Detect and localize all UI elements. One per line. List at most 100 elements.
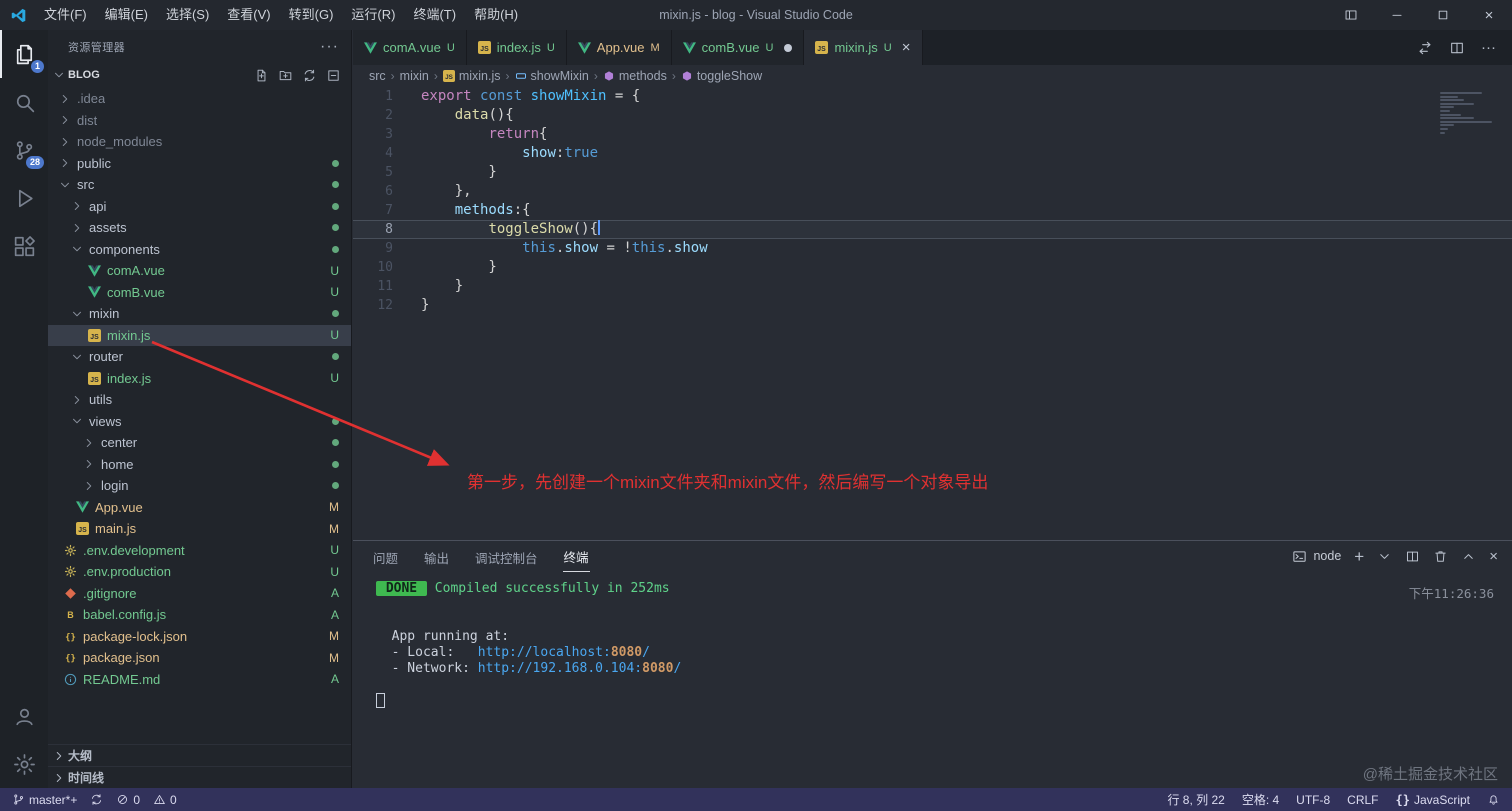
tree-item[interactable]: mixin [48, 303, 351, 325]
statusbar-indentation[interactable]: 空格: 4 [1242, 791, 1279, 808]
new-terminal[interactable]: + [1354, 548, 1364, 565]
tree-item[interactable]: .env.development U [48, 540, 351, 562]
statusbar-git-branch[interactable]: master*+ [12, 793, 77, 807]
terminal-dropdown[interactable] [1377, 549, 1392, 564]
close-tab-icon[interactable]: × [902, 40, 911, 55]
activity-extensions[interactable] [0, 222, 48, 270]
tree-item[interactable]: .gitignore A [48, 583, 351, 605]
unsaved-dot[interactable] [784, 43, 793, 52]
editor-tab[interactable]: JS index.js U [466, 30, 567, 65]
collapse-icon[interactable] [326, 68, 341, 83]
terminal-shell-select[interactable]: node [1292, 549, 1341, 564]
breadcrumb-item[interactable]: src [369, 69, 386, 83]
tree-item[interactable]: comB.vue U [48, 282, 351, 304]
split-icon[interactable] [1449, 40, 1465, 56]
activity-source-control[interactable]: 28 [0, 126, 48, 174]
tree-item[interactable]: {} package-lock.json M [48, 626, 351, 648]
editor-tab[interactable]: comB.vue U [671, 30, 805, 65]
code-line[interactable]: 11 } [353, 277, 1512, 296]
breadcrumb-item[interactable]: JS mixin.js [442, 69, 501, 83]
menu-item[interactable]: 运行(R) [342, 0, 404, 30]
activity-settings[interactable] [0, 740, 48, 788]
code-line[interactable]: 1 export const showMixin = { [353, 87, 1512, 106]
refresh-icon[interactable] [302, 68, 317, 83]
statusbar-cursor-position[interactable]: 行 8, 列 22 [1167, 791, 1224, 808]
tree-item[interactable]: Bbabel.config.js A [48, 604, 351, 626]
split-terminal[interactable] [1405, 549, 1420, 564]
code-line[interactable]: 7 methods:{ [353, 201, 1512, 220]
tree-item[interactable]: api [48, 196, 351, 218]
statusbar-encoding[interactable]: UTF-8 [1296, 791, 1330, 808]
menu-item[interactable]: 终端(T) [404, 0, 465, 30]
tree-item[interactable]: {} package.json M [48, 647, 351, 669]
menu-item[interactable]: 选择(S) [157, 0, 218, 30]
activity-run-debug[interactable] [0, 174, 48, 222]
activity-explorer[interactable]: 1 [0, 30, 48, 78]
statusbar-warnings[interactable]: 0 [153, 793, 177, 807]
menu-item[interactable]: 转到(G) [280, 0, 343, 30]
minimize-icon[interactable] [1374, 0, 1420, 30]
tree-item[interactable]: utils [48, 389, 351, 411]
menu-item[interactable]: 文件(F) [35, 0, 96, 30]
menu-item[interactable]: 编辑(E) [96, 0, 157, 30]
statusbar-notifications[interactable] [1487, 791, 1500, 808]
tree-item[interactable]: App.vue M [48, 497, 351, 519]
code-line[interactable]: 9 this.show = !this.show [353, 239, 1512, 258]
tree-item[interactable]: home [48, 454, 351, 476]
sidebar-section-outline[interactable]: 大纲 [48, 744, 351, 766]
breadcrumb-item[interactable]: methods [603, 69, 667, 83]
code-line[interactable]: 2 data(){ [353, 106, 1512, 125]
breadcrumb-item[interactable]: mixin [400, 69, 429, 83]
breadcrumb-item[interactable]: toggleShow [681, 69, 762, 83]
code-line[interactable]: 6 }, [353, 182, 1512, 201]
kill-terminal[interactable] [1433, 549, 1448, 564]
panel-tab-item[interactable]: 问题 [372, 541, 399, 572]
tree-item[interactable]: views [48, 411, 351, 433]
menu-item[interactable]: 帮助(H) [465, 0, 527, 30]
close-icon[interactable]: × [1466, 0, 1512, 30]
code-line[interactable]: 4 show:true [353, 144, 1512, 163]
tree-item[interactable]: assets [48, 217, 351, 239]
tree-item[interactable]: JS index.js U [48, 368, 351, 390]
statusbar-sync[interactable] [90, 793, 103, 806]
close-panel[interactable]: × [1489, 549, 1498, 564]
tree-item[interactable]: public [48, 153, 351, 175]
sidebar-section-timeline[interactable]: 时间线 [48, 766, 351, 788]
code-line[interactable]: 8 toggleShow(){ [353, 220, 1512, 239]
tree-item[interactable]: dist [48, 110, 351, 132]
activity-accounts[interactable] [0, 692, 48, 740]
editor-tab[interactable]: App.vue M [566, 30, 672, 65]
tree-item[interactable]: JS main.js M [48, 518, 351, 540]
tree-item[interactable]: components [48, 239, 351, 261]
tree-item[interactable]: .idea [48, 88, 351, 110]
code-line[interactable]: 12} [353, 296, 1512, 315]
new-file-icon[interactable] [254, 68, 269, 83]
tree-item[interactable]: comA.vue U [48, 260, 351, 282]
menu-item[interactable]: 查看(V) [218, 0, 279, 30]
panel-tab-item[interactable]: 输出 [423, 541, 450, 572]
tree-item[interactable]: center [48, 432, 351, 454]
tree-item[interactable]: login [48, 475, 351, 497]
minimap[interactable] [1440, 92, 1496, 134]
tree-item[interactable]: router [48, 346, 351, 368]
open-changes-icon[interactable] [1417, 40, 1433, 56]
tree-item[interactable]: node_modules [48, 131, 351, 153]
activity-search[interactable] [0, 78, 48, 126]
maximize-panel[interactable] [1461, 549, 1476, 564]
ellipsis-icon[interactable]: ··· [1481, 40, 1496, 55]
tree-item[interactable]: JS mixin.js U [48, 324, 351, 346]
statusbar-eol[interactable]: CRLF [1347, 791, 1378, 808]
tree-item[interactable]: README.md A [48, 669, 351, 691]
tree-item[interactable]: .env.production U [48, 561, 351, 583]
terminal[interactable]: DONE Compiled successfully in 252ms App … [353, 571, 1512, 709]
new-folder-icon[interactable] [278, 68, 293, 83]
layout-icon[interactable] [1328, 0, 1374, 30]
tree-item[interactable]: src [48, 174, 351, 196]
statusbar-language-mode[interactable]: {} JavaScript [1396, 791, 1470, 808]
editor-tab[interactable]: JS mixin.js U × [804, 30, 923, 65]
panel-tab-terminal-active[interactable]: 终端 [562, 540, 590, 572]
statusbar-errors[interactable]: 0 [116, 793, 140, 807]
panel-tab-item[interactable]: 调试控制台 [474, 541, 539, 572]
code-line[interactable]: 3 return{ [353, 125, 1512, 144]
breadcrumb-item[interactable]: showMixin [515, 69, 589, 83]
